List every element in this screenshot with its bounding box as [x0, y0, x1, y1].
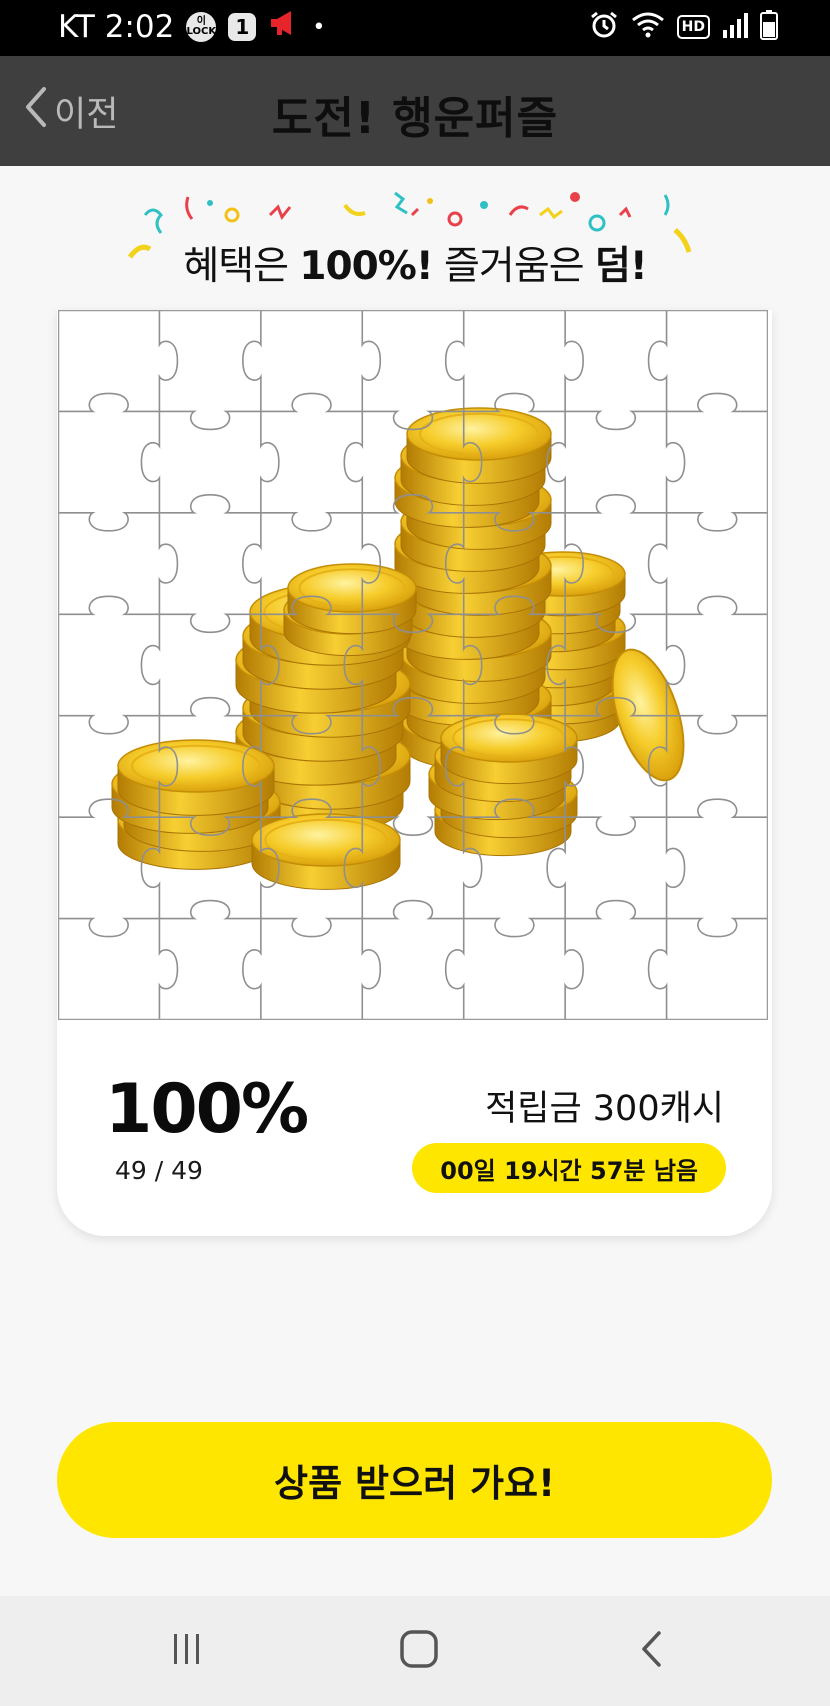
carrier-time: KT 2:02 — [58, 9, 175, 45]
alarm-icon — [589, 10, 619, 44]
recents-button[interactable] — [152, 1618, 222, 1684]
claim-prize-button[interactable]: 상품 받으러 가요! — [57, 1422, 772, 1538]
promo-headline: 혜택은 100%! 즐거움은 덤! — [0, 235, 830, 291]
headline-bold2: 덤! — [594, 244, 648, 289]
reward-amount: 적립금 300캐시 — [485, 1089, 724, 1129]
back-icon — [637, 1629, 665, 1673]
hd-voice-icon: HD — [676, 15, 710, 39]
recents-icon — [169, 1631, 205, 1671]
coin — [287, 563, 417, 635]
puzzle-board[interactable] — [58, 310, 768, 1020]
status-right: HD — [589, 10, 778, 44]
page-title: 도전! 행운퍼즐 — [271, 93, 559, 144]
more-notifications-dot: • — [312, 14, 326, 40]
system-back-button[interactable] — [616, 1618, 686, 1684]
signal-icon — [722, 12, 748, 42]
pieces-count: 49 / 49 — [115, 1156, 203, 1185]
completion-percent: 100% — [105, 1070, 309, 1149]
battery-icon — [760, 10, 778, 44]
megaphone-icon — [268, 9, 300, 45]
puzzle-card: 100% 49 / 49 적립금 300캐시 00일 19시간 57분 남음 — [57, 310, 772, 1236]
lock-app-icon: 이 LOCK — [186, 12, 217, 42]
wifi-icon — [631, 11, 665, 43]
headline-part1: 혜택은 — [183, 244, 300, 289]
coin — [406, 407, 552, 484]
status-bar: KT 2:02 이 LOCK 1 • HD — [0, 0, 830, 56]
coin — [117, 739, 275, 816]
home-button[interactable] — [384, 1618, 454, 1684]
notification-count-icon: 1 — [228, 13, 257, 41]
status-left: KT 2:02 이 LOCK 1 • — [58, 9, 325, 45]
gold-coins-image — [111, 407, 685, 890]
app-header: 이전 도전! 행운퍼즐 — [0, 56, 830, 166]
time-remaining-badge: 00일 19시간 57분 남음 — [412, 1143, 726, 1193]
headline-bold1: 100%! — [299, 244, 433, 289]
navigation-bar — [0, 1596, 830, 1706]
home-icon — [399, 1629, 439, 1673]
headline-part2: 즐거움은 — [432, 244, 595, 289]
